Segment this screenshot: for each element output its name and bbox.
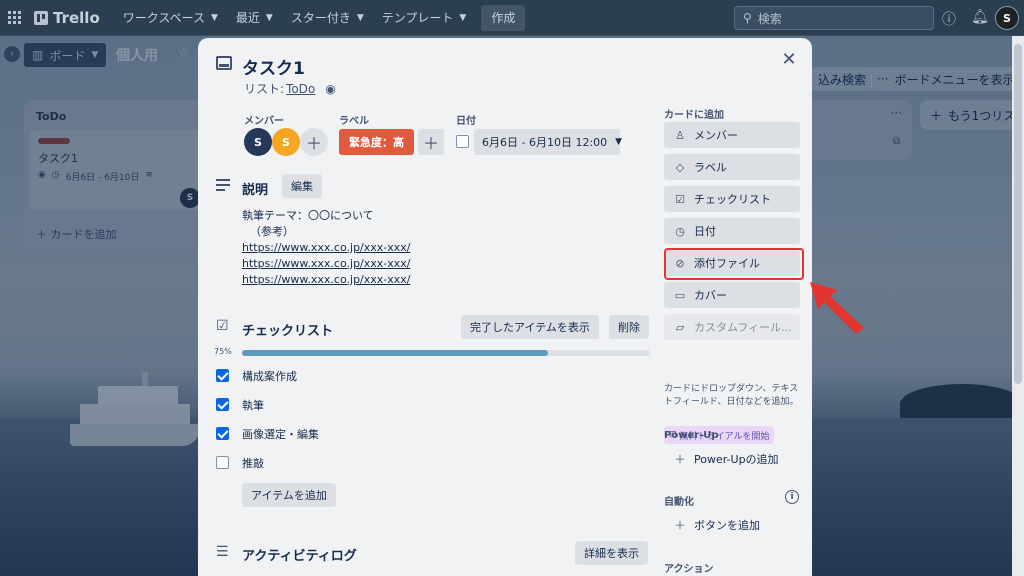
checklist-item[interactable]: 画像選定・編集 (242, 426, 319, 442)
checklist-icon: ☑ (675, 192, 685, 206)
powerup-heading: Power-Up (664, 430, 719, 441)
checklist-progress-fill (242, 350, 548, 356)
plus-icon: ＋ (674, 519, 686, 532)
trello-logo[interactable]: Trello (34, 9, 100, 27)
sidebar-cover-button[interactable]: ▭ カバー (664, 282, 800, 308)
chevron-down-icon: ▼ (615, 137, 623, 147)
custom-fields-note: カードにドロップダウン、テキストフィールド、日付などを追加。 (664, 384, 799, 407)
date-button[interactable]: 6月6日 - 6月10日 12:00 ▼ (474, 129, 623, 155)
checklist-item-checkbox[interactable] (216, 369, 229, 382)
checklist-icon: ☑ (216, 318, 229, 334)
list-link[interactable]: ToDo (286, 82, 315, 96)
nav-templates[interactable]: テンプレート ▼ (373, 4, 476, 32)
attachment-highlight-box (664, 248, 804, 280)
date-complete-checkbox[interactable] (456, 135, 469, 148)
nav-recent[interactable]: 最近 ▼ (227, 4, 282, 32)
checklist-progress-bar (242, 350, 650, 356)
plus-icon: ＋ (305, 134, 322, 153)
close-icon[interactable]: ✕ (778, 48, 800, 70)
nav-starred[interactable]: スター付き ▼ (282, 4, 373, 32)
sidebar-members-button[interactable]: ♙ メンバー (664, 122, 800, 148)
labels-heading: ラベル (339, 116, 369, 127)
card-title[interactable]: タスク1 (242, 54, 305, 79)
checklist-item-checkbox[interactable] (216, 398, 229, 411)
chevron-down-icon: ▼ (210, 12, 218, 23)
chevron-down-icon: ▼ (265, 12, 273, 23)
plus-icon: ＋ (422, 134, 439, 153)
description-title: 説明 (242, 183, 269, 198)
description-text[interactable]: 執筆テーマ：〇〇について （参考） https://www.xxx.co.jp/… (242, 208, 411, 288)
checklist-title: チェックリスト (242, 324, 334, 339)
reference-link[interactable]: https://www.xxx.co.jp/xxx-xxx/ (242, 256, 411, 272)
card-detail-modal: ✕ タスク1 リスト: ToDo ◉ メンバー S S ＋ ラベル 緊急度：高 … (198, 38, 812, 576)
reference-link[interactable]: https://www.xxx.co.jp/xxx-xxx/ (242, 240, 411, 256)
chevron-down-icon: ▼ (356, 12, 364, 23)
scrollbar-thumb[interactable] (1014, 44, 1022, 384)
member-avatar[interactable]: S (272, 128, 300, 156)
chevron-down-icon: ▼ (459, 12, 467, 23)
add-to-card-heading: カードに追加 (664, 110, 724, 121)
bell-icon[interactable]: 🔔︎ (971, 9, 989, 25)
checklist-percent: 75% (214, 347, 232, 356)
nav-workspaces[interactable]: ワークスペース ▼ (114, 4, 227, 32)
cover-icon: ▭ (674, 288, 686, 302)
sidebar-custom-fields-button[interactable]: ▱ カスタムフィール... (664, 314, 800, 340)
show-details-button[interactable]: 詳細を表示 (575, 541, 648, 565)
field-icon: ▱ (675, 320, 685, 334)
member-avatar[interactable]: S (244, 128, 272, 156)
show-completed-button[interactable]: 完了したアイテムを表示 (461, 315, 599, 339)
date-heading: 日付 (456, 116, 476, 127)
add-button-button[interactable]: ＋ボタンを追加 (664, 512, 800, 538)
actions-heading: アクション (664, 564, 714, 575)
label-chip[interactable]: 緊急度：高 (339, 129, 414, 155)
card-icon (216, 56, 232, 70)
edit-description-button[interactable]: 編集 (282, 174, 322, 198)
reference-link[interactable]: https://www.xxx.co.jp/xxx-xxx/ (242, 272, 411, 288)
automation-info-icon[interactable]: i (785, 490, 799, 504)
search-icon: ⚲ (743, 11, 752, 25)
checklist-item[interactable]: 構成案作成 (242, 368, 297, 384)
description-icon (216, 179, 230, 191)
members-heading: メンバー (244, 116, 284, 127)
checklist-item[interactable]: 推敲 (242, 455, 264, 471)
annotation-arrow-icon (810, 282, 864, 334)
clock-icon: ◷ (675, 224, 685, 238)
checklist-item-checkbox[interactable] (216, 456, 229, 469)
add-checklist-item-button[interactable]: アイテムを追加 (242, 483, 336, 507)
person-icon: ♙ (675, 128, 685, 142)
card-list-info: リスト: ToDo ◉ (244, 81, 336, 97)
add-member-button[interactable]: ＋ (300, 128, 328, 156)
plus-icon: ＋ (674, 453, 686, 466)
sidebar-labels-button[interactable]: ◇ ラベル (664, 154, 800, 180)
activity-title: アクティビティログ (242, 549, 357, 564)
info-icon[interactable]: ⓘ (942, 9, 956, 29)
add-powerup-button[interactable]: ＋ Power-Upの追加 (664, 446, 800, 472)
add-label-button[interactable]: ＋ (418, 129, 444, 155)
create-button[interactable]: 作成 (481, 4, 526, 31)
search-input[interactable]: ⚲ 検索 (734, 6, 934, 30)
app-switcher-icon[interactable] (8, 10, 22, 25)
automation-heading: 自動化 (664, 497, 694, 508)
checklist-item[interactable]: 執筆 (242, 397, 264, 413)
trello-logo-icon (34, 10, 48, 25)
account-avatar[interactable]: S (995, 6, 1019, 30)
sidebar-checklist-button[interactable]: ☑ チェックリスト (664, 186, 800, 212)
activity-icon: ☰ (216, 544, 229, 560)
eye-icon[interactable]: ◉ (325, 82, 335, 96)
delete-checklist-button[interactable]: 削除 (609, 315, 649, 339)
sidebar-dates-button[interactable]: ◷ 日付 (664, 218, 800, 244)
checklist-item-checkbox[interactable] (216, 427, 229, 440)
tag-icon: ◇ (675, 160, 685, 174)
